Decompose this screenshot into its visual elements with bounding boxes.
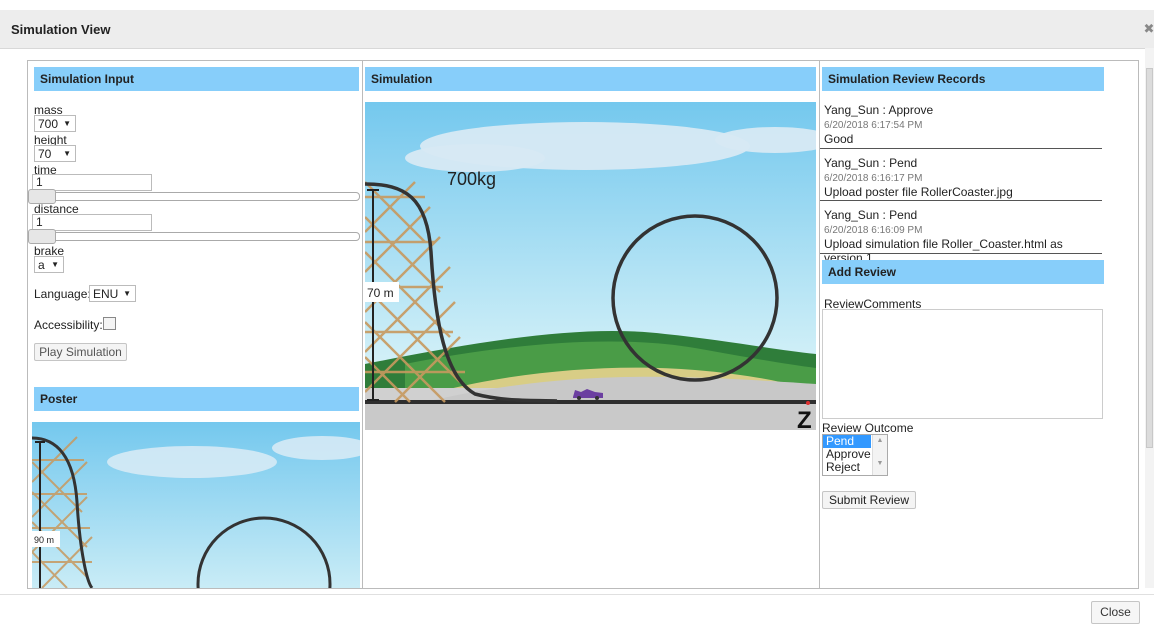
dialog-scrollbar[interactable] xyxy=(1145,48,1154,588)
dialog-titlebar: Simulation View ✖ xyxy=(0,10,1154,49)
review-record: Yang_Sun : Pend 6/20/2018 6:16:09 PM Upl… xyxy=(824,208,1102,265)
right-column: Simulation Review Records Yang_Sun : App… xyxy=(820,61,1106,588)
middle-column: Simulation 70 m 700kg Z xyxy=(363,61,820,588)
dialog-footer: Close xyxy=(0,594,1154,624)
close-icon[interactable]: ✖ xyxy=(1140,20,1154,38)
chevron-down-icon: ▼ xyxy=(123,289,131,298)
record-divider xyxy=(820,200,1102,201)
review-records-header: Simulation Review Records xyxy=(822,67,1104,91)
simulation-header: Simulation xyxy=(365,67,816,91)
chevron-down-icon: ▼ xyxy=(63,149,71,158)
brake-select-value: a xyxy=(38,258,45,272)
add-review-header: Add Review xyxy=(822,260,1104,284)
simulation-input-header: Simulation Input xyxy=(34,67,359,91)
left-column: Simulation Input mass 700 ▼ height 70 ▼ … xyxy=(28,61,363,588)
review-record-timestamp: 6/20/2018 6:16:17 PM xyxy=(824,173,923,184)
distance-slider[interactable] xyxy=(32,232,360,241)
review-record-author: Yang_Sun : Approve xyxy=(824,103,934,117)
mass-select[interactable]: 700 ▼ xyxy=(34,115,76,132)
dialog-content: Simulation Input mass 700 ▼ height 70 ▼ … xyxy=(27,60,1139,589)
mass-readout: 700kg xyxy=(447,169,496,189)
review-outcome-label: Review Outcome xyxy=(822,421,914,435)
chevron-up-icon: ▲ xyxy=(876,437,884,444)
review-comments-textarea[interactable] xyxy=(822,309,1103,419)
mass-select-value: 700 xyxy=(38,117,59,131)
accessibility-checkbox[interactable] xyxy=(103,317,116,330)
height-select-value: 70 xyxy=(38,147,52,161)
record-divider xyxy=(820,148,1102,149)
close-button[interactable]: Close xyxy=(1091,601,1140,624)
poster-height-marker: 90 m xyxy=(34,535,54,545)
review-record-timestamp: 6/20/2018 6:17:54 PM xyxy=(824,120,923,131)
review-record: Yang_Sun : Approve 6/20/2018 6:17:54 PM … xyxy=(824,103,1102,146)
review-record-timestamp: 6/20/2018 6:16:09 PM xyxy=(824,225,923,236)
chevron-down-icon: ▼ xyxy=(63,119,71,128)
corner-letter: Z xyxy=(797,407,812,430)
listbox-scrollbar[interactable]: ▲ ▼ xyxy=(872,435,887,475)
brake-select[interactable]: a ▼ xyxy=(34,256,64,273)
distance-slider-handle[interactable] xyxy=(28,229,56,244)
review-outcome-listbox[interactable]: Pend Approve Reject ▲ ▼ xyxy=(822,434,888,476)
review-record-message: Good xyxy=(824,132,854,146)
time-slider[interactable] xyxy=(32,192,360,201)
review-record-author: Yang_Sun : Pend xyxy=(824,156,918,170)
poster-header: Poster xyxy=(34,387,359,411)
dialog-title: Simulation View xyxy=(11,22,111,37)
language-label: Language: xyxy=(34,287,91,301)
review-record-author: Yang_Sun : Pend xyxy=(824,208,918,222)
chevron-down-icon: ▼ xyxy=(51,260,59,269)
language-select-value: ENU xyxy=(93,287,119,301)
poster-image: 90 m xyxy=(32,422,360,588)
height-select[interactable]: 70 ▼ xyxy=(34,145,76,162)
record-divider xyxy=(820,253,1102,254)
review-record-message: Upload poster file RollerCoaster.jpg xyxy=(824,185,1013,199)
chevron-down-icon: ▼ xyxy=(876,460,884,467)
language-select[interactable]: ENU ▼ xyxy=(89,285,136,302)
simulation-canvas: 70 m 700kg Z xyxy=(365,102,816,430)
review-record: Yang_Sun : Pend 6/20/2018 6:16:17 PM Upl… xyxy=(824,156,1102,199)
play-simulation-button[interactable]: Play Simulation xyxy=(34,343,127,361)
review-outcome-option[interactable]: Reject xyxy=(823,461,871,474)
simulation-view-dialog: Simulation View ✖ Simulation Input mass … xyxy=(0,0,1154,624)
submit-review-button[interactable]: Submit Review xyxy=(822,491,916,509)
scrollbar-thumb[interactable] xyxy=(1146,68,1153,448)
simulation-height-marker: 70 m xyxy=(367,286,394,300)
accessibility-label: Accessibility: xyxy=(34,318,103,332)
